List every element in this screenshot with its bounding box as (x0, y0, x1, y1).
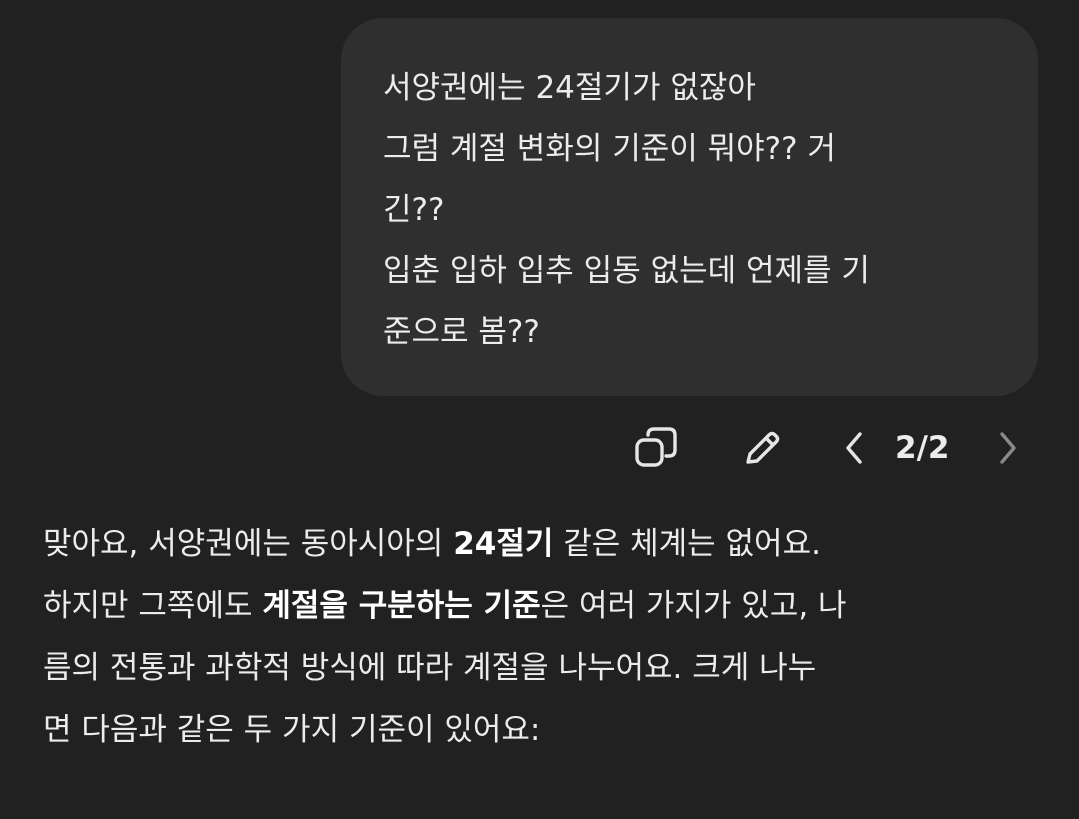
chat-page: 서양권에는 24절기가 없잖아 그럼 계절 변화의 기준이 뭐야?? 거 긴??… (0, 0, 1079, 819)
edit-button[interactable] (734, 420, 790, 476)
bold-text: 계절을 구분하는 기준 (262, 588, 541, 624)
user-message-line: 서양권에는 24절기가 없잖아 (383, 70, 756, 106)
user-message-bubble: 서양권에는 24절기가 없잖아 그럼 계절 변화의 기준이 뭐야?? 거 긴??… (341, 18, 1038, 396)
text-segment: 하지만 그쪽에도 (43, 588, 263, 624)
assistant-message-line: 하지만 그쪽에도 계절을 구분하는 기준은 여러 가지가 있고, 나 (43, 575, 1053, 637)
previous-version-button[interactable] (826, 420, 882, 476)
copy-icon (635, 427, 677, 467)
copy-button[interactable] (628, 420, 684, 476)
pencil-icon (746, 431, 780, 464)
assistant-message: 맞아요, 서양권에는 동아시아의 24절기 같은 체계는 없어요. 하지만 그쪽… (43, 513, 1053, 761)
assistant-message-line: 맞아요, 서양권에는 동아시아의 24절기 같은 체계는 없어요. (43, 513, 1053, 575)
chevron-left-icon (846, 432, 862, 464)
next-version-button[interactable] (980, 420, 1036, 476)
user-message-line: 준으로 봄?? (383, 314, 540, 350)
message-actions: 2/2 (0, 420, 1079, 480)
bold-text: 24절기 (453, 526, 554, 562)
text-segment: 은 여러 가지가 있고, 나 (540, 588, 847, 624)
assistant-message-line: 면 다음과 같은 두 가지 기준이 있어요: (43, 712, 541, 748)
assistant-message-line: 름의 전통과 과학적 방식에 따라 계절을 나누어요. 크게 나누 (43, 650, 817, 686)
user-message-line: 입춘 입하 입추 입동 없는데 언제를 기 (383, 253, 870, 289)
user-message-line: 긴?? (383, 192, 445, 228)
chevron-right-icon (1000, 432, 1016, 464)
version-pager: 2/2 (895, 430, 950, 466)
user-message-line: 그럼 계절 변화의 기준이 뭐야?? 거 (383, 131, 836, 167)
text-segment: 맞아요, 서양권에는 동아시아의 (43, 526, 454, 562)
text-segment: 같은 체계는 없어요. (553, 526, 821, 562)
